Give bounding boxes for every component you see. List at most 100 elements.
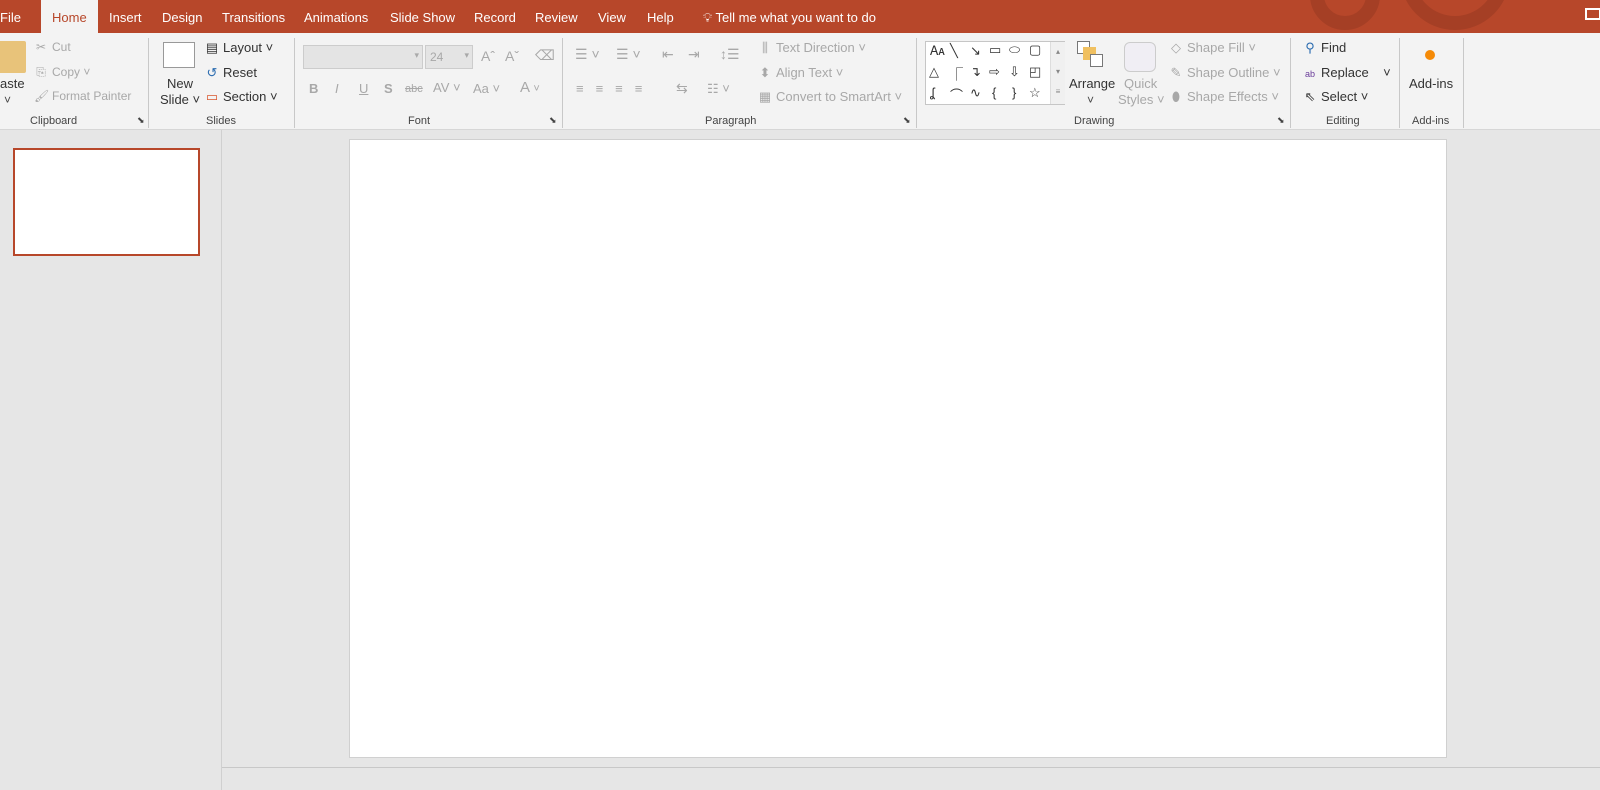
divider (916, 38, 917, 128)
quick-styles-button[interactable]: Styles ˅ (1118, 92, 1165, 107)
dialog-launcher-icon[interactable]: ⬊ (1277, 115, 1285, 126)
rectangle-shape-icon[interactable]: ▭ (989, 42, 1001, 58)
paste-icon[interactable] (0, 41, 26, 73)
tab-review[interactable]: Review (524, 0, 589, 33)
elbow-arrow-icon[interactable]: ↴ (970, 64, 981, 80)
tab-record[interactable]: Record (463, 0, 527, 33)
curve-shape-icon[interactable]: ∿ (970, 85, 981, 101)
oval-shape-icon[interactable]: ⬭ (1009, 42, 1020, 58)
notes-divider[interactable] (222, 767, 1600, 768)
select-button[interactable]: ⇖ Select ˅ (1303, 89, 1369, 105)
arrange-icon[interactable] (1077, 41, 1105, 69)
font-size-dropdown[interactable]: 24 ▾ (425, 45, 473, 69)
quick-styles-label[interactable]: Quick (1124, 76, 1157, 91)
tab-design[interactable]: Design (151, 0, 213, 33)
shape-effects-button[interactable]: ⬮ Shape Effects ˅ (1169, 89, 1279, 105)
tab-file[interactable]: File (0, 0, 32, 33)
tab-insert[interactable]: Insert (98, 0, 153, 33)
arrow-line-shape-icon[interactable]: ↘ (970, 43, 981, 59)
dialog-launcher-icon[interactable]: ⬊ (137, 115, 145, 126)
bold-button[interactable]: B (309, 81, 318, 96)
copy-button[interactable]: ⎘ Copy ˅ (34, 65, 90, 80)
right-brace-shape-icon[interactable]: } (1012, 85, 1016, 100)
alignment-icons[interactable]: ≡≡≡≡ (576, 81, 654, 96)
tab-help[interactable]: Help (636, 0, 685, 33)
tab-animations[interactable]: Animations (293, 0, 379, 33)
numbering-icon[interactable]: ☰ ˅ (616, 46, 641, 63)
tab-slide-show[interactable]: Slide Show (379, 0, 466, 33)
shape-outline-button[interactable]: ✎ Shape Outline ˅ (1169, 65, 1281, 81)
layout-icon: ▤ (205, 40, 219, 55)
gallery-scroll[interactable]: ▴ ▾ ≡ (1050, 42, 1065, 104)
change-case-button[interactable]: Aa ˅ (473, 81, 500, 96)
shape-fill-button[interactable]: ◇ Shape Fill ˅ (1169, 40, 1256, 56)
snip-rect-shape-icon[interactable]: ◰ (1029, 64, 1041, 80)
tab-home[interactable]: Home (41, 0, 98, 33)
quick-styles-icon[interactable] (1124, 42, 1156, 72)
tell-me-search[interactable]: 💡︎ Tell me what you want to do (692, 0, 887, 33)
text-direction-rtl-icon[interactable]: ⇆ (676, 80, 688, 97)
down-arrow-shape-icon[interactable]: ⇩ (1009, 64, 1020, 80)
comments-icon[interactable] (1585, 8, 1600, 20)
increase-font-icon[interactable]: Aˆ (481, 48, 495, 64)
tab-view[interactable]: View (587, 0, 637, 33)
search-icon: ⚲ (1305, 40, 1315, 55)
shapes-gallery[interactable]: 🗛︎ ╲ ↘ ▭ ⬭ ▢ △ ⎾ ↴ ⇨ ⇩ ◰ ʆ ⌒ ∿ { } ☆ ▴ ▾ ≡ (925, 41, 1065, 105)
replace-button[interactable]: ab Replace ˅ (1303, 65, 1391, 80)
brush-icon: 🖌︎ (34, 89, 50, 103)
slide-thumbnail[interactable] (13, 148, 200, 256)
new-slide-button[interactable]: Slide ˅ (160, 92, 200, 107)
decrease-font-icon[interactable]: Aˇ (505, 48, 519, 64)
decrease-indent-icon[interactable]: ⇤ (662, 46, 674, 63)
quick-styles-label-2: Styles (1118, 92, 1154, 107)
new-slide-icon[interactable] (163, 42, 195, 68)
paint-bucket-icon: ◇ (1171, 40, 1181, 55)
add-ins-icon[interactable] (1425, 50, 1435, 60)
triangle-shape-icon[interactable]: △ (929, 64, 939, 80)
italic-button[interactable]: I (335, 81, 339, 96)
columns-icon[interactable]: ☷ ˅ (707, 81, 730, 97)
align-text-button[interactable]: ⬍ Align Text ˅ (758, 65, 844, 81)
font-name-dropdown[interactable]: ▾ (303, 45, 423, 69)
rounded-rect-shape-icon[interactable]: ▢ (1029, 42, 1041, 58)
layout-button[interactable]: ▤ Layout ˅ (205, 40, 273, 56)
paste-button[interactable]: aste (0, 76, 25, 91)
new-slide-label[interactable]: New (167, 76, 193, 91)
elbow-connector-icon[interactable]: ⎾ (950, 64, 963, 83)
find-button[interactable]: ⚲ Find (1303, 40, 1346, 56)
dialog-launcher-icon[interactable]: ⬊ (903, 115, 911, 126)
arrange-button[interactable]: Arrange (1069, 76, 1115, 91)
font-color-button[interactable]: A ˅ (520, 79, 540, 96)
bullets-icon[interactable]: ☰ ˅ (575, 46, 600, 63)
star-shape-icon[interactable]: ☆ (1029, 85, 1041, 101)
character-spacing-button[interactable]: AV ˅ (433, 80, 461, 95)
divider (562, 38, 563, 128)
smartart-button[interactable]: ▦ Convert to SmartArt ˅ (758, 89, 902, 105)
tab-transitions[interactable]: Transitions (211, 0, 296, 33)
group-label-slides: Slides (206, 115, 236, 127)
increase-indent-icon[interactable]: ⇥ (688, 46, 700, 63)
text-direction-label: Text Direction (776, 40, 855, 55)
left-brace-shape-icon[interactable]: { (992, 85, 996, 100)
add-ins-button[interactable]: Add-ins (1409, 76, 1453, 91)
clear-formatting-icon[interactable]: ⌫ (535, 47, 555, 64)
cut-button[interactable]: ✂ Cut (34, 40, 71, 54)
section-button[interactable]: ▭ Section ˅ (205, 89, 278, 105)
shadow-button[interactable]: S (384, 81, 393, 96)
format-painter-button[interactable]: 🖌︎ Format Painter (34, 89, 131, 103)
line-spacing-icon[interactable]: ↕☰ (720, 46, 740, 63)
text-direction-button[interactable]: ⫼ Text Direction ˅ (758, 40, 866, 56)
strikethrough-button[interactable]: abc (405, 83, 423, 95)
text-box-shape-icon[interactable]: 🗛︎ (930, 43, 945, 59)
right-arrow-shape-icon[interactable]: ⇨ (989, 64, 1000, 80)
chevron-down-icon[interactable]: ˅ (4, 93, 11, 107)
group-label-clipboard: Clipboard (30, 115, 78, 127)
dialog-launcher-icon[interactable]: ⬊ (549, 115, 557, 126)
arc-shape-icon[interactable]: ⌒ (950, 85, 963, 104)
freeform-shape-icon[interactable]: ʆ (930, 85, 935, 100)
slide-canvas[interactable] (349, 139, 1447, 758)
line-shape-icon[interactable]: ╲ (950, 43, 958, 59)
chevron-down-icon[interactable]: ˅ (1087, 93, 1094, 107)
reset-button[interactable]: ↺ Reset (205, 65, 257, 81)
underline-button[interactable]: U (359, 81, 368, 96)
